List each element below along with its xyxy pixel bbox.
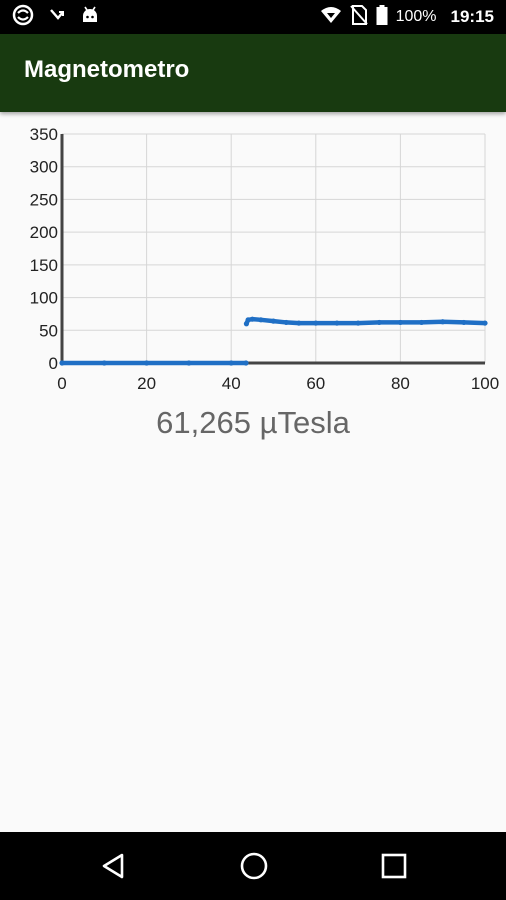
data-point (258, 317, 264, 323)
data-point (397, 319, 403, 326)
y-tick-label: 100 (30, 289, 58, 308)
no-sim-icon (349, 4, 368, 30)
data-point (440, 319, 446, 325)
sync-icon (12, 4, 34, 31)
y-tick-label: 350 (30, 125, 58, 144)
x-tick-label: 80 (391, 374, 410, 393)
data-point (355, 320, 361, 326)
y-tick-label: 200 (30, 223, 58, 242)
back-button[interactable] (96, 850, 130, 882)
data-point (482, 320, 488, 326)
app-bar: Magnetometro (0, 34, 506, 112)
y-tick-label: 150 (30, 256, 58, 275)
chart-svg: 0 20 40 60 80 100 0 50 100 150 200 250 300 350 (30, 125, 500, 393)
data-point (313, 320, 319, 326)
magnetometer-chart: 0 20 40 60 80 100 0 50 100 150 200 250 300 350 (0, 112, 506, 412)
data-point (461, 319, 467, 326)
home-icon (240, 852, 268, 880)
navigation-bar (0, 832, 506, 900)
x-tick-label: 40 (222, 374, 241, 393)
y-tick-label: 300 (30, 158, 58, 177)
data-point (228, 360, 234, 366)
data-point (418, 319, 425, 326)
x-tick-label: 100 (471, 374, 499, 393)
data-point (243, 360, 249, 366)
back-icon (102, 853, 124, 879)
data-point (144, 360, 150, 366)
magnetic-field-readout: 61,265 µTesla (156, 405, 350, 440)
recents-button[interactable] (377, 850, 411, 882)
series-line (244, 316, 488, 326)
app-title: Magnetometro (24, 56, 190, 83)
x-tick-label: 0 (57, 374, 66, 393)
battery-icon (376, 4, 388, 30)
data-point (376, 319, 382, 326)
wifi-icon (320, 6, 342, 29)
data-point (249, 316, 255, 322)
data-point (296, 320, 302, 326)
data-point (59, 360, 65, 366)
android-icon (80, 5, 100, 30)
data-point (186, 360, 192, 366)
recents-icon (381, 853, 407, 879)
clock: 19:15 (450, 7, 494, 26)
y-tick-label: 250 (30, 190, 58, 209)
battery-percentage: 100% (395, 8, 437, 25)
x-tick-label: 20 (137, 374, 156, 393)
data-point (334, 320, 340, 326)
y-tick-label: 50 (39, 321, 58, 340)
data-point (270, 318, 277, 324)
status-bar: 100% 19:15 (0, 0, 506, 34)
data-point (101, 360, 107, 366)
x-tick-label: 60 (306, 374, 325, 393)
data-point (283, 319, 289, 326)
home-button[interactable] (237, 850, 271, 882)
y-tick-label: 0 (49, 354, 58, 373)
missed-call-icon (48, 6, 66, 29)
